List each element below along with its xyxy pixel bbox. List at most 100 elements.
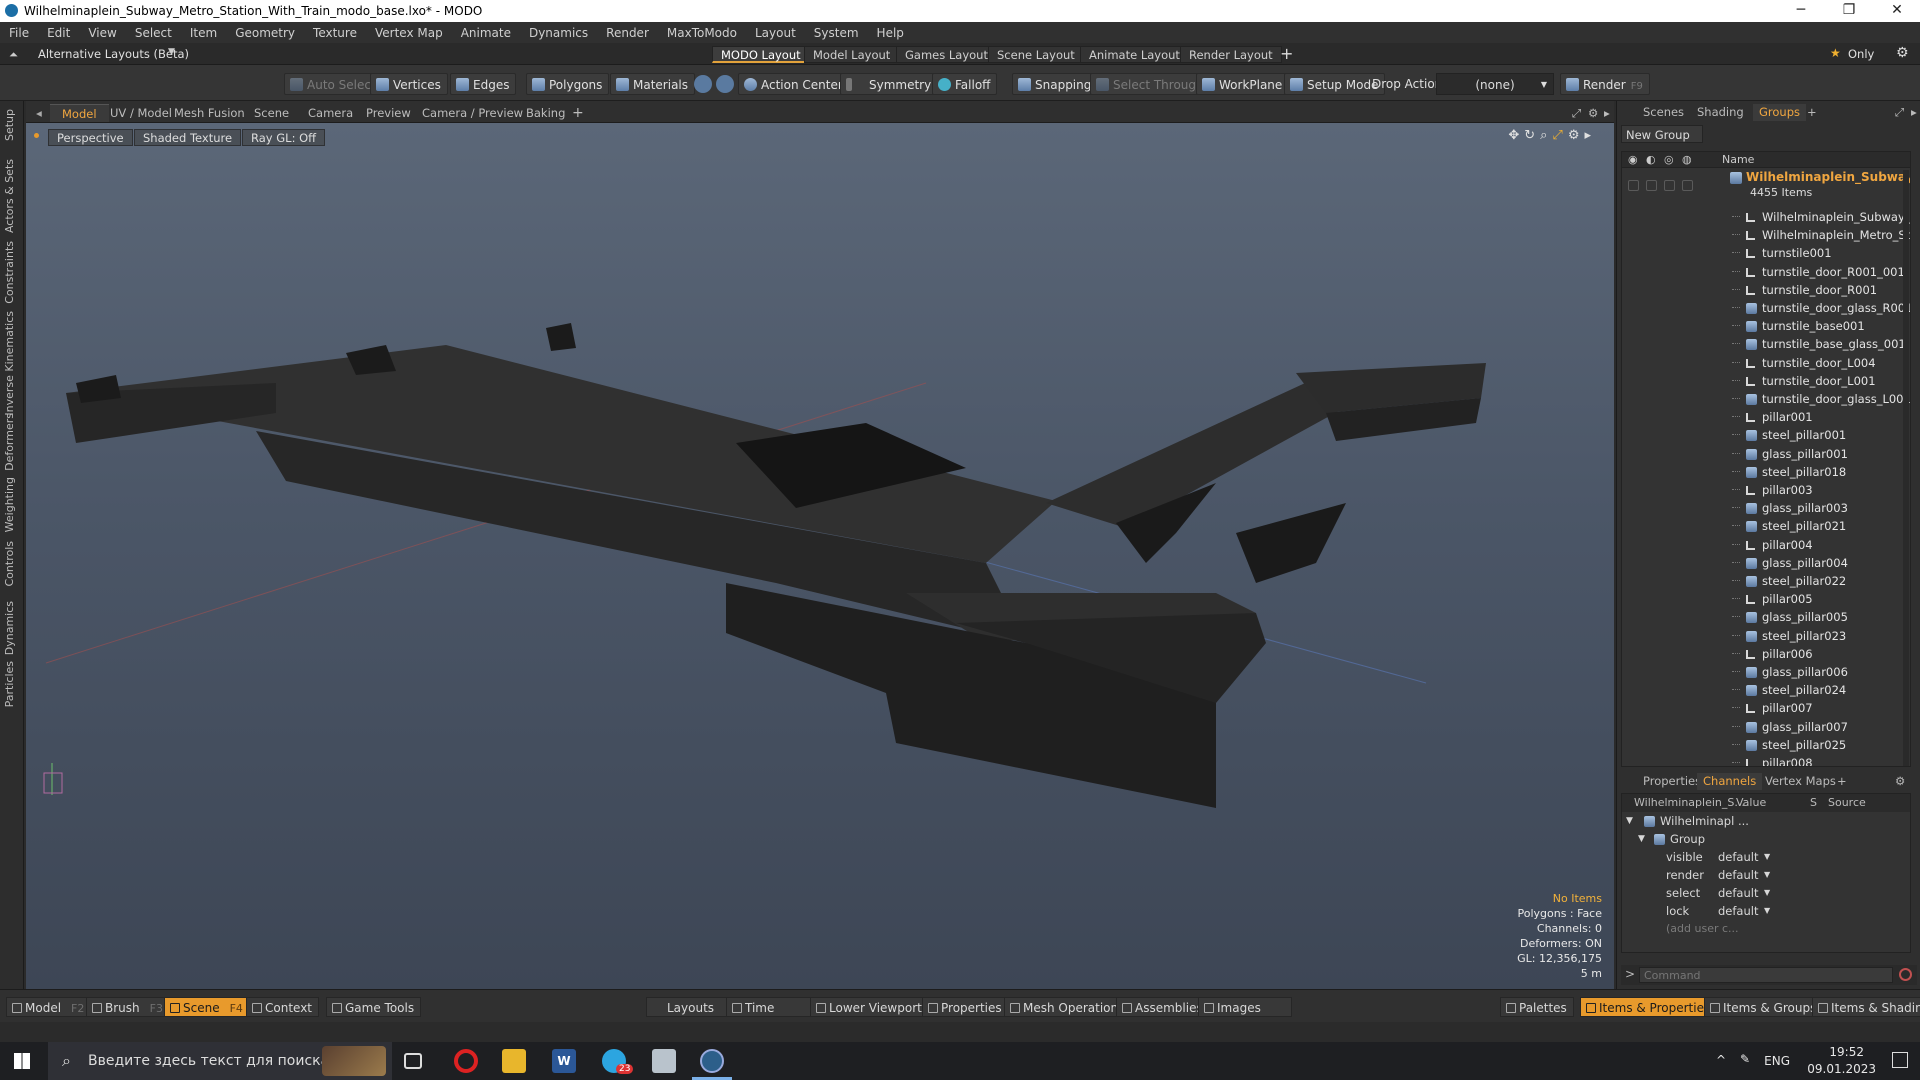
task-view-icon[interactable]	[404, 1053, 422, 1069]
only-toggle[interactable]: Only	[1848, 47, 1874, 61]
word-icon[interactable]: W	[552, 1049, 576, 1073]
list-item[interactable]: pillar007	[1622, 699, 1908, 717]
chevron-up-icon[interactable]: ^	[1716, 1053, 1726, 1067]
properties-button[interactable]: Properties	[922, 997, 1009, 1017]
channel-row[interactable]: lock default ▼	[1622, 902, 1910, 920]
lower-viewports-button[interactable]: Lower Viewports	[810, 997, 936, 1017]
menu-help[interactable]: Help	[868, 26, 913, 40]
model-button[interactable]: Model F2	[6, 997, 92, 1017]
list-item[interactable]: pillar005	[1622, 590, 1908, 608]
list-item[interactable]: steel_pillar018	[1622, 463, 1908, 481]
vtab-particles[interactable]: Particles	[3, 661, 16, 707]
channel-source-header[interactable]: Source	[1828, 794, 1866, 812]
list-item[interactable]: pillar001	[1622, 408, 1908, 426]
menu-file[interactable]: File	[0, 26, 38, 40]
tab-preview[interactable]: Preview	[360, 104, 417, 122]
list-item[interactable]: glass_pillar007	[1622, 718, 1908, 736]
render-toggle[interactable]	[1646, 180, 1657, 191]
channel-row[interactable]: select default ▼	[1622, 884, 1910, 902]
list-item[interactable]: pillar004	[1622, 536, 1908, 554]
tab-camera-preview[interactable]: Camera / Preview	[416, 104, 529, 122]
lock-toggle[interactable]	[1664, 180, 1675, 191]
layout-menu-icon[interactable]: ⏶	[9, 48, 18, 62]
menu-system[interactable]: System	[805, 26, 868, 40]
tab-groups[interactable]: Groups	[1753, 104, 1807, 121]
gear-icon[interactable]: ⚙	[1889, 773, 1911, 790]
menu-animate[interactable]: Animate	[452, 26, 520, 40]
scene-button[interactable]: Scene F4	[164, 997, 250, 1017]
menu-select[interactable]: Select	[126, 26, 181, 40]
brush-button[interactable]: Brush F3	[86, 997, 170, 1017]
tab-render-layout[interactable]: Render Layout	[1180, 46, 1282, 63]
action-center-button[interactable]: Action Center	[738, 73, 850, 95]
list-item[interactable]: glass_pillar004	[1622, 554, 1908, 572]
scrollbar[interactable]	[1903, 170, 1909, 766]
command-input[interactable]	[1639, 967, 1893, 983]
channel-name-header[interactable]: Wilhelminaplein_S...	[1634, 794, 1745, 812]
new-group-button[interactable]: New Group	[1621, 125, 1703, 143]
chevron-down-icon[interactable]: ▼	[1764, 884, 1770, 902]
tab-scenes[interactable]: Scenes	[1637, 104, 1690, 121]
vtab-actors-sets[interactable]: Actors & Sets	[3, 159, 16, 233]
windows-start-icon[interactable]	[14, 1053, 30, 1069]
list-item[interactable]: Wilhelminaplein_Subway_M...	[1622, 208, 1910, 226]
taskbar-search[interactable]: ⌕ Введите здесь текст для поиска	[48, 1042, 392, 1080]
auto-select-button[interactable]: Auto Select	[284, 73, 383, 95]
list-item[interactable]: pillar008	[1622, 754, 1908, 766]
clock-time[interactable]: 19:52	[1829, 1045, 1864, 1059]
workplane-button[interactable]: WorkPlane	[1196, 73, 1290, 95]
list-item[interactable]: pillar003	[1622, 481, 1908, 499]
list-item[interactable]: turnstile_door_R001	[1622, 281, 1908, 299]
assemblies-button[interactable]: Assemblies	[1116, 997, 1210, 1017]
expand-triangle-icon[interactable]: ▼	[1626, 812, 1633, 830]
chevron-down-icon[interactable]: ▼	[1764, 848, 1770, 866]
setup-mode-button[interactable]: Setup Mode	[1284, 73, 1386, 95]
channels-panel[interactable]: Wilhelminaplein_S... Value S Source ▼ Wi…	[1621, 793, 1911, 953]
select-through-button[interactable]: Select Through	[1090, 73, 1211, 95]
tab-mesh-fusion[interactable]: Mesh Fusion	[168, 104, 251, 122]
list-item[interactable]: glass_pillar001	[1622, 445, 1908, 463]
list-item[interactable]: steel_pillar021	[1622, 517, 1908, 535]
context-button[interactable]: Context	[246, 997, 320, 1017]
tab-shading[interactable]: Shading	[1691, 104, 1750, 121]
list-item[interactable]: turnstile_door_R001_001	[1622, 263, 1908, 281]
group-root-row[interactable]: Wilhelminaplein_Subway ... 4455 Items	[1622, 170, 1910, 204]
channel-value-header[interactable]: Value	[1736, 794, 1766, 812]
vertices-button[interactable]: Vertices	[370, 73, 448, 95]
list-item[interactable]: turnstile_door_glass_L001	[1622, 390, 1910, 408]
items-groups-button[interactable]: Items & Groups	[1704, 997, 1824, 1017]
list-item[interactable]: glass_pillar005	[1622, 608, 1908, 626]
select-toggle[interactable]	[1682, 180, 1693, 191]
center-icon[interactable]	[716, 75, 734, 93]
modo-icon[interactable]	[700, 1049, 724, 1073]
snapping-button[interactable]: Snapping	[1012, 73, 1099, 95]
drop-action-select[interactable]: (none) ▼	[1436, 73, 1554, 95]
list-item[interactable]: steel_pillar022	[1622, 572, 1908, 590]
menu-layout[interactable]: Layout	[746, 26, 805, 40]
time-button[interactable]: Time	[726, 997, 812, 1017]
visibility-toggle[interactable]	[1628, 180, 1639, 191]
mesh-operations-button[interactable]: Mesh Operations	[1004, 997, 1132, 1017]
list-item[interactable]: glass_pillar003	[1622, 499, 1908, 517]
tab-model[interactable]: Model	[50, 104, 109, 122]
layouts-button[interactable]: Layouts	[646, 997, 736, 1017]
add-tab-icon[interactable]: +	[1831, 773, 1853, 790]
tab-vertex-maps[interactable]: Vertex Maps	[1759, 773, 1842, 790]
list-item[interactable]: turnstile_door_glass_R001	[1622, 299, 1910, 317]
list-item[interactable]: turnstile001	[1622, 244, 1908, 262]
add-layout-icon[interactable]: +	[1280, 44, 1293, 63]
vtab-deformers[interactable]: Deformers	[3, 413, 16, 471]
menu-texture[interactable]: Texture	[304, 26, 366, 40]
chevron-down-icon[interactable]: ▼	[1764, 866, 1770, 884]
expand-triangle-icon[interactable]: ▼	[1638, 830, 1645, 848]
vtab-dynamics[interactable]: Dynamics	[3, 601, 16, 655]
menu-item[interactable]: Item	[181, 26, 226, 40]
channel-group-row[interactable]: ▼ Group	[1622, 830, 1910, 848]
items-properties-button[interactable]: Items & Properties	[1580, 997, 1718, 1017]
notification-icon[interactable]	[1892, 1052, 1908, 1068]
vtab-weighting[interactable]: Weighting	[3, 477, 16, 532]
render-button[interactable]: Render F9	[1560, 73, 1650, 95]
menu-edit[interactable]: Edit	[38, 26, 79, 40]
menu-geometry[interactable]: Geometry	[226, 26, 304, 40]
images-button[interactable]: Images	[1198, 997, 1292, 1017]
